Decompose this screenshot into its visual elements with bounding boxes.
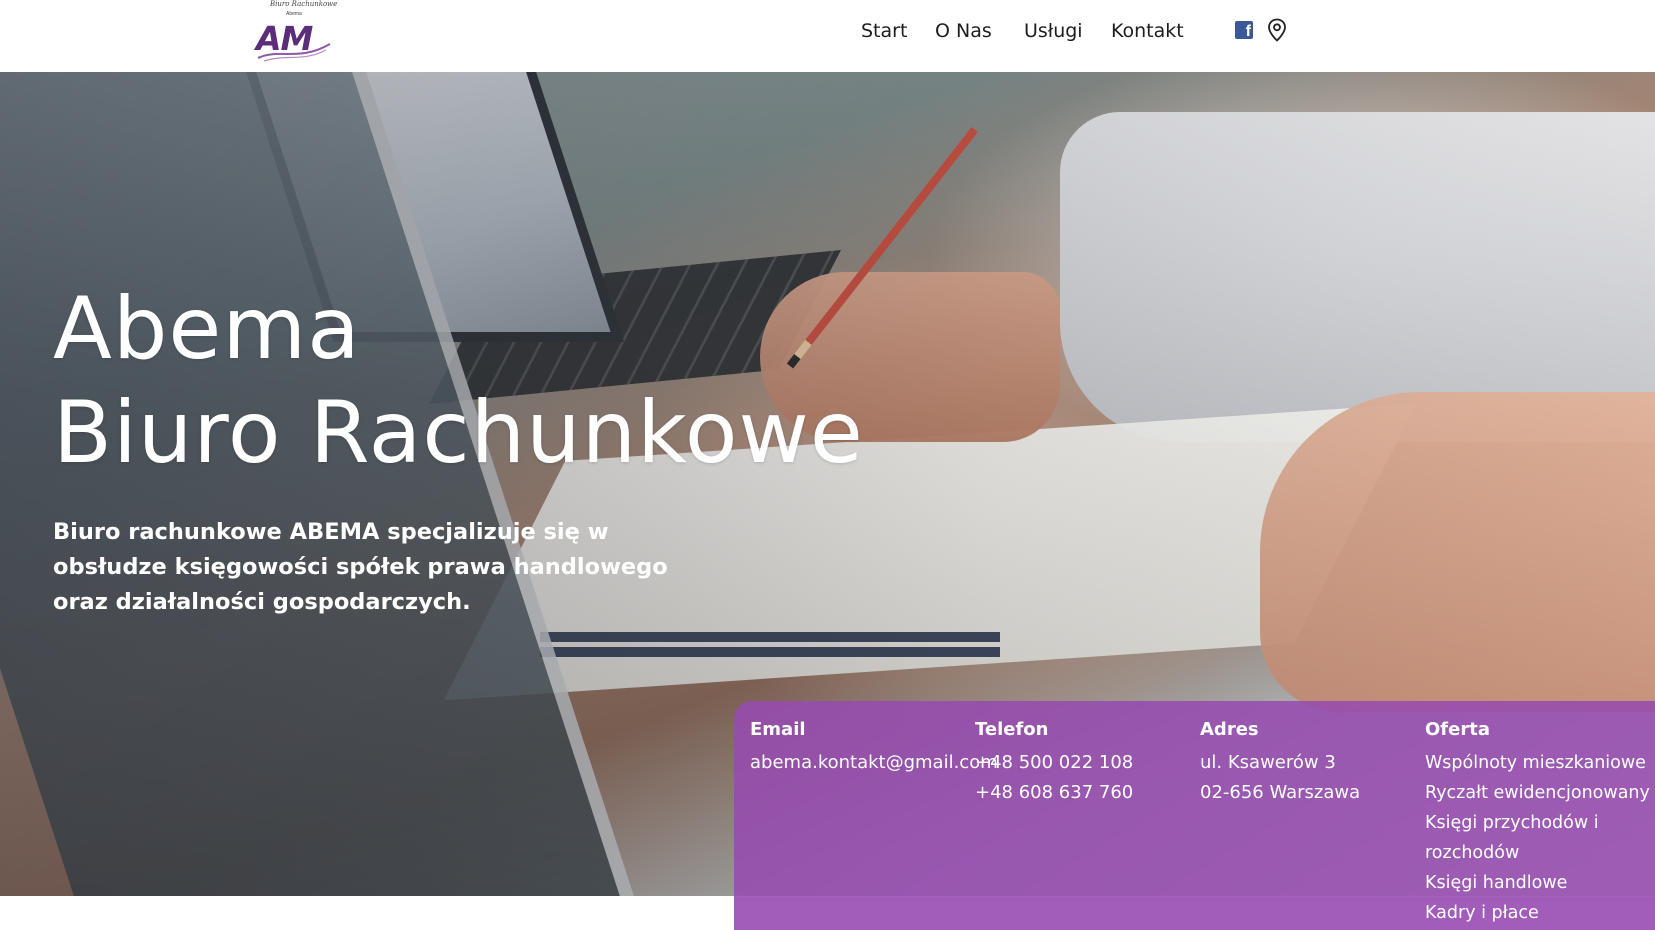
nav-start[interactable]: Start — [861, 20, 907, 42]
email-heading: Email — [750, 719, 806, 740]
logo-sub-text: Abema — [286, 11, 302, 17]
nav-o-nas[interactable]: O Nas — [935, 20, 992, 42]
facebook-icon[interactable]: f — [1235, 21, 1253, 40]
nav-uslugi[interactable]: Usługi — [1024, 20, 1083, 42]
adres-heading: Adres — [1200, 719, 1259, 740]
oferta-column: Oferta Wspólnoty mieszkaniowe Ryczałt ew… — [1425, 719, 1650, 928]
hero-title-line-2: Biuro Rachunkowe — [53, 383, 864, 483]
map-pin-icon[interactable] — [1267, 18, 1287, 42]
oferta-item[interactable]: Wspólnoty mieszkaniowe — [1425, 748, 1650, 778]
address-line-2: 02-656 Warszawa — [1200, 782, 1361, 803]
oferta-item[interactable]: Księgi handlowe — [1425, 868, 1650, 898]
contact-info-panel: Email abema.kontakt@gmail.com Telefon +4… — [734, 701, 1655, 930]
oferta-heading: Oferta — [1425, 719, 1490, 740]
hero-title: Abema Biuro Rachunkowe — [53, 277, 864, 485]
address-line-1: ul. Ksawerów 3 — [1200, 752, 1336, 773]
logo-mark-text: AM — [256, 19, 313, 58]
email-column: Email abema.kontakt@gmail.com — [750, 719, 998, 778]
telefon-column: Telefon +48 500 022 108 +48 608 637 760 — [975, 719, 1133, 808]
hero-title-line-1: Abema — [53, 279, 361, 379]
phone-link-1[interactable]: +48 500 022 108 — [975, 748, 1133, 778]
email-link[interactable]: abema.kontakt@gmail.com — [750, 748, 998, 778]
oferta-item[interactable]: Ryczałt ewidencjonowany — [1425, 778, 1650, 808]
oferta-item[interactable]: Księgi przychodów i — [1425, 808, 1650, 838]
logo[interactable]: Biuro Rachunkowe Abema AM — [254, 0, 338, 64]
oferta-item[interactable]: rozchodów — [1425, 838, 1650, 868]
phone-link-2[interactable]: +48 608 637 760 — [975, 778, 1133, 808]
nav-kontakt[interactable]: Kontakt — [1111, 20, 1184, 42]
logo-top-text: Biuro Rachunkowe — [270, 0, 338, 8]
hero-description: Biuro rachunkowe ABEMA specjalizuje się … — [53, 519, 668, 615]
oferta-item[interactable]: Kadry i płace — [1425, 898, 1650, 928]
site-header: Biuro Rachunkowe Abema AM Start O Nas Us… — [0, 0, 1655, 72]
adres-column: Adres ul. Ksawerów 3 02-656 Warszawa — [1200, 719, 1360, 808]
telefon-heading: Telefon — [975, 719, 1049, 740]
